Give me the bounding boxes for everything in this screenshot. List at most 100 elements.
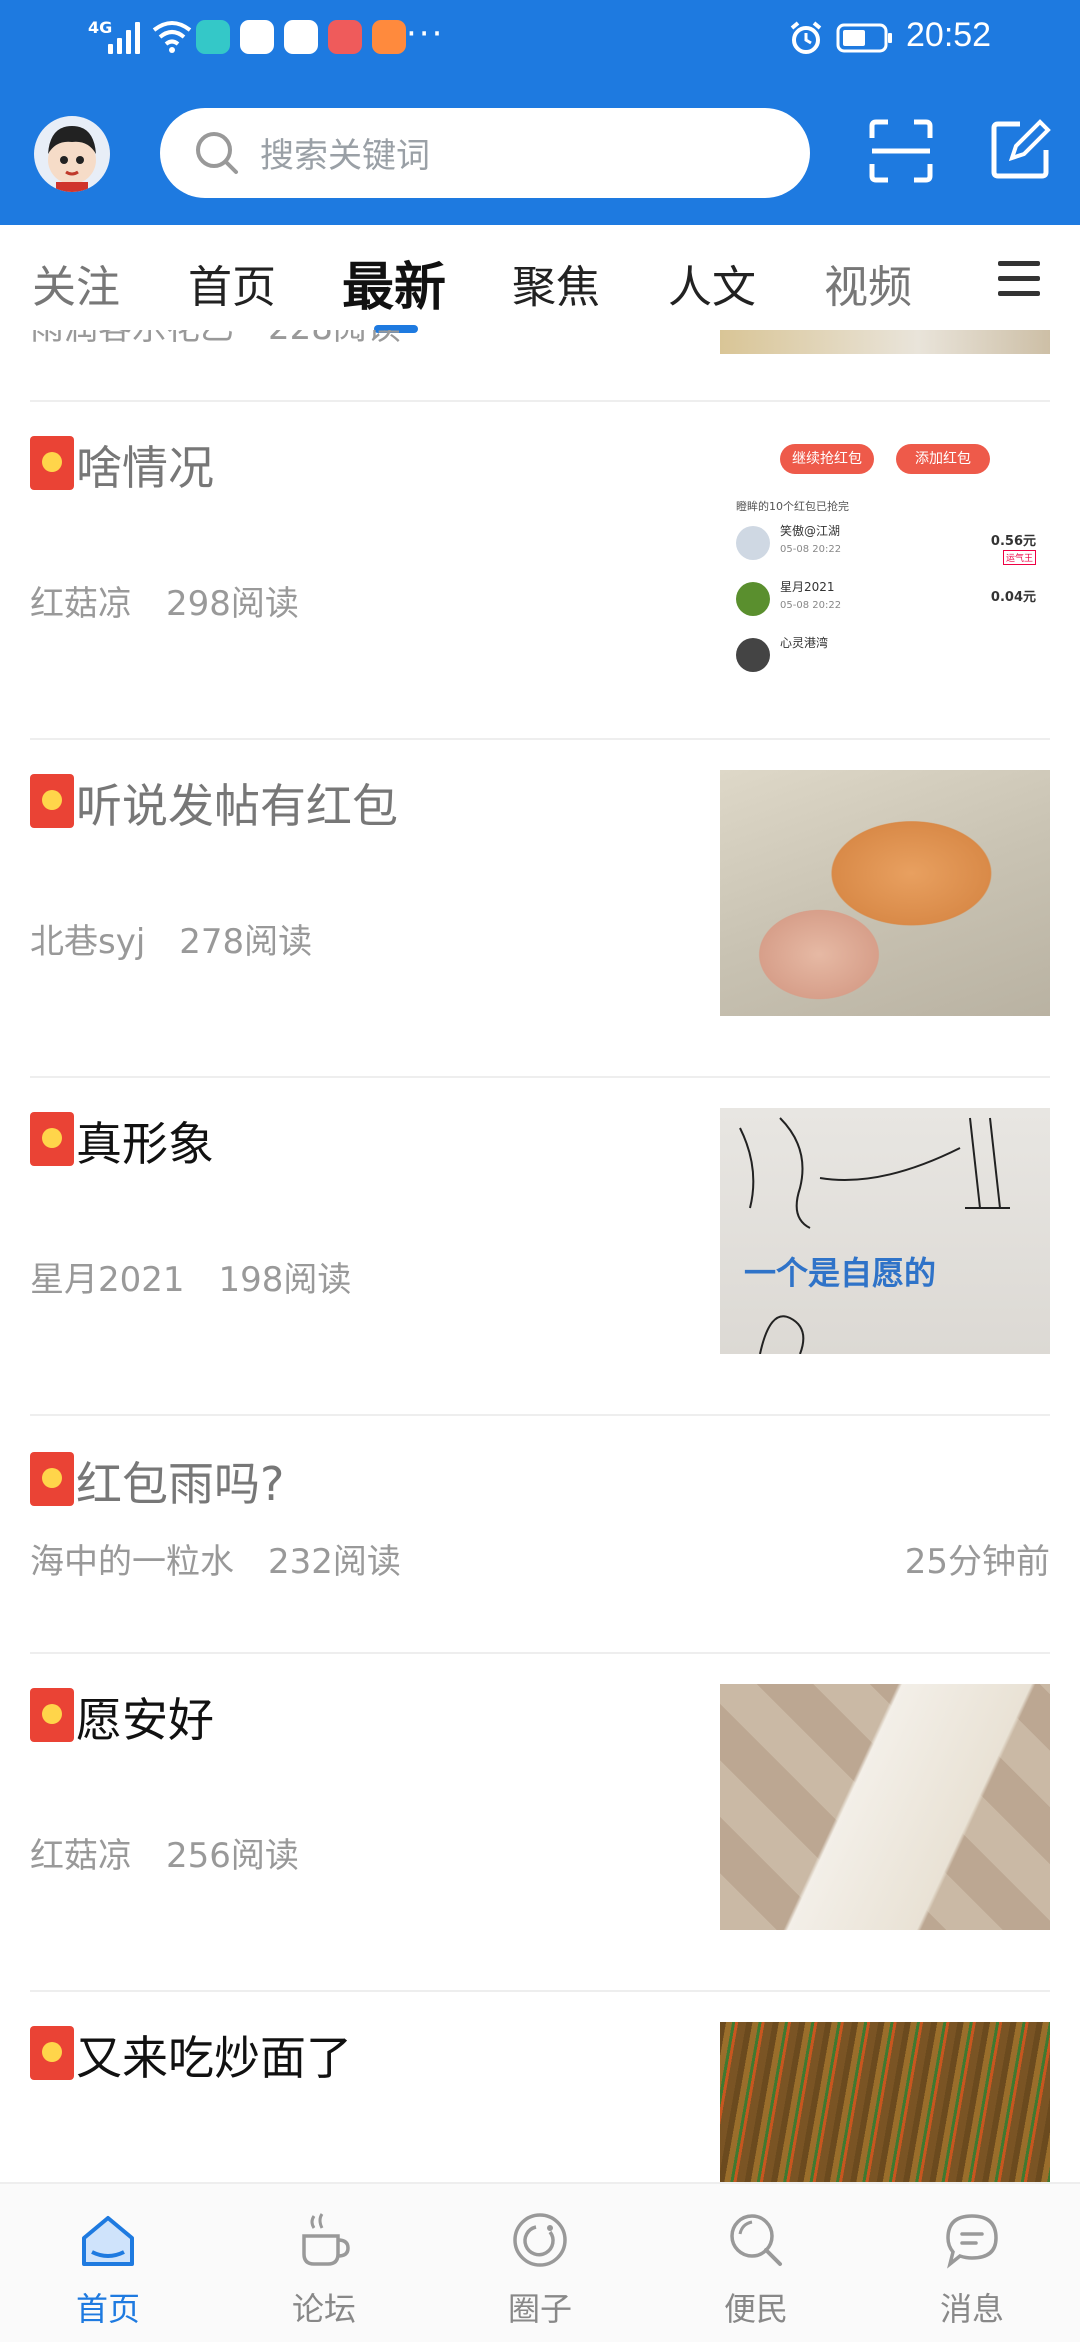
post-author: 海中的一粒水 bbox=[30, 1542, 234, 1582]
nav-messages[interactable]: 消息 bbox=[864, 2184, 1080, 2342]
post-meta: 海中的一粒水 232阅读 bbox=[30, 1534, 401, 1583]
post-meta: 北巷syj 278阅读 bbox=[30, 914, 312, 963]
post-thumbnail-sketch: 一个是自愿的 bbox=[720, 1108, 1050, 1354]
red-packet-icon bbox=[30, 1688, 74, 1742]
post-author: 北巷syj bbox=[30, 922, 146, 962]
post-reads: 256阅读 bbox=[166, 1836, 299, 1876]
tab-latest[interactable]: 最新 bbox=[342, 245, 446, 320]
chat-bubble-icon bbox=[946, 2214, 998, 2269]
top-header: 4G ··· 20:52 搜索关键词 bbox=[0, 0, 1080, 225]
huawei-store-icon bbox=[328, 20, 362, 54]
user-avatar[interactable] bbox=[34, 116, 110, 192]
thumb-entry-name: 笑傲@江湖 bbox=[780, 524, 841, 538]
tab-culture[interactable]: 人文 bbox=[668, 251, 756, 315]
thumb-subtitle: 瞪眸的10个红包已抢完 bbox=[736, 500, 849, 513]
post-reads: 232阅读 bbox=[268, 1542, 401, 1582]
search-icon bbox=[730, 2214, 782, 2266]
tab-home[interactable]: 首页 bbox=[188, 251, 276, 315]
post-meta: 红菇凉 256阅读 bbox=[30, 1828, 299, 1877]
post-title: 真形象 bbox=[76, 1117, 214, 1171]
partial-post[interactable]: 雨润客乐花乙 228阅读 bbox=[0, 330, 1080, 400]
thumb-avatar bbox=[736, 582, 770, 616]
post-author: 红菇凉 bbox=[30, 584, 132, 624]
post-item[interactable]: 真形象 星月2021 198阅读 一个是自愿的 bbox=[0, 1078, 1080, 1414]
nav-forum[interactable]: 论坛 bbox=[216, 2184, 432, 2342]
tab-follow[interactable]: 关注 bbox=[32, 251, 120, 315]
post-reads: 298阅读 bbox=[166, 584, 299, 624]
wechat-icon bbox=[240, 20, 274, 54]
tab-focus[interactable]: 聚焦 bbox=[512, 251, 600, 315]
red-packet-icon bbox=[30, 774, 74, 828]
more-notifications-icon: ··· bbox=[406, 14, 445, 54]
nav-circle-label: 圈子 bbox=[507, 2290, 572, 2328]
partial-post-meta: 雨润客乐花乙 228阅读 bbox=[30, 330, 401, 349]
home-icon bbox=[82, 2216, 134, 2266]
thumb-entry-amount: 0.04元 bbox=[990, 590, 1036, 605]
post-title: 红包雨吗? bbox=[76, 1457, 285, 1511]
partial-post-thumbnail bbox=[720, 330, 1050, 354]
thumb-avatar bbox=[736, 526, 770, 560]
thumb-entry-date: 05-08 20:22 bbox=[780, 600, 842, 611]
thumb-avatar bbox=[736, 638, 770, 672]
thumb-entry-amount: 0.56元 bbox=[990, 534, 1036, 549]
thumb-entry: 笑傲@江湖 05-08 20:22 0.56元 运气王 bbox=[736, 516, 1036, 570]
thumb-entry-name: 心灵港湾 bbox=[780, 636, 829, 650]
red-packet-icon bbox=[30, 1112, 74, 1166]
notification-app-icons bbox=[196, 20, 406, 54]
thumb-entry: 心灵港湾 bbox=[736, 628, 1036, 678]
app-icon-1 bbox=[196, 20, 230, 54]
post-item[interactable]: 红包雨吗? 海中的一粒水 232阅读 25分钟前 bbox=[0, 1416, 1080, 1652]
status-bar: 4G ··· 20:52 bbox=[0, 0, 1080, 80]
red-packet-icon bbox=[30, 2026, 74, 2080]
nav-services-label: 便民 bbox=[723, 2290, 788, 2328]
post-title: 啥情况 bbox=[76, 441, 214, 495]
search-icon bbox=[196, 132, 238, 174]
post-author: 星月2021 bbox=[30, 1260, 185, 1300]
post-title: 又来吃炒面了 bbox=[76, 2031, 352, 2085]
post-meta: 星月2021 198阅读 bbox=[30, 1252, 351, 1301]
sketch-caption: 一个是自愿的 bbox=[744, 1254, 937, 1292]
post-author: 红菇凉 bbox=[30, 1836, 132, 1876]
thumb-add-button: 添加红包 bbox=[896, 444, 990, 474]
wifi-icon bbox=[152, 21, 192, 53]
post-thumbnail-noodles bbox=[720, 2022, 1050, 2182]
scan-icon[interactable] bbox=[868, 118, 934, 184]
post-time: 25分钟前 bbox=[904, 1542, 1050, 1582]
post-title: 听说发帖有红包 bbox=[76, 779, 398, 833]
search-placeholder: 搜索关键词 bbox=[260, 136, 430, 176]
category-tabs: 关注 首页 最新 聚焦 人文 视频 bbox=[0, 225, 1080, 333]
post-item[interactable]: 又来吃炒面了 bbox=[0, 1992, 1080, 2182]
video-player-icon bbox=[372, 20, 406, 54]
post-meta: 红菇凉 298阅读 bbox=[30, 576, 299, 625]
tab-video[interactable]: 视频 bbox=[824, 251, 912, 315]
battery-icon bbox=[836, 23, 892, 53]
menu-icon[interactable] bbox=[998, 261, 1040, 301]
signal-icon bbox=[108, 20, 144, 54]
nav-home-label: 首页 bbox=[75, 2290, 140, 2328]
post-item[interactable]: 愿安好 红菇凉 256阅读 bbox=[0, 1654, 1080, 1990]
red-packet-icon bbox=[30, 436, 74, 490]
nav-services[interactable]: 便民 bbox=[648, 2184, 864, 2342]
thumb-entry: 星月2021 05-08 20:22 0.04元 bbox=[736, 572, 1036, 626]
sketch-drawing bbox=[739, 1117, 1010, 1354]
red-packet-icon bbox=[30, 1452, 74, 1506]
nav-messages-label: 消息 bbox=[939, 2290, 1004, 2328]
nav-home[interactable]: 首页 bbox=[0, 2184, 216, 2342]
post-item[interactable]: 听说发帖有红包 北巷syj 278阅读 bbox=[0, 740, 1080, 1076]
post-thumbnail-dress bbox=[720, 1684, 1050, 1930]
thumb-entry-name: 星月2021 bbox=[780, 580, 835, 594]
thumb-entry-date: 05-08 20:22 bbox=[780, 544, 842, 555]
avatar-image bbox=[48, 126, 96, 192]
compose-icon[interactable] bbox=[990, 118, 1052, 180]
post-reads: 198阅读 bbox=[218, 1260, 352, 1300]
post-item[interactable]: 啥情况 红菇凉 298阅读 继续抢红包 添加红包 瞪眸的10个红包已抢完 笑傲@江… bbox=[0, 402, 1080, 738]
search-box[interactable]: 搜索关键词 bbox=[160, 108, 810, 198]
nav-circle[interactable]: 圈子 bbox=[432, 2184, 648, 2342]
browser-icon bbox=[284, 20, 318, 54]
clock: 20:52 bbox=[906, 16, 992, 54]
post-feed: 雨润客乐花乙 228阅读 啥情况 红菇凉 298阅读 继续抢红包 添加红包 瞪眸的… bbox=[0, 330, 1080, 2182]
post-title: 愿安好 bbox=[76, 1693, 214, 1747]
thumb-continue-button: 继续抢红包 bbox=[780, 444, 874, 474]
bottom-nav: 首页 论坛 圈子 便民 消息 bbox=[0, 2182, 1080, 2342]
thumb-entry-badge: 运气王 bbox=[1002, 550, 1036, 565]
